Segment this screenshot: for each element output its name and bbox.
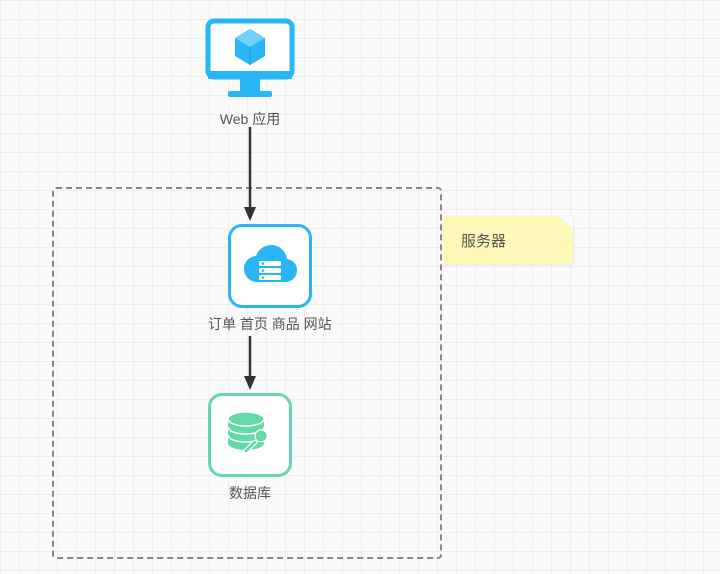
database-tools-icon <box>220 405 280 465</box>
node-web-app-label: Web 应用 <box>220 109 280 129</box>
server-label-text: 服务器 <box>461 233 506 250</box>
server-label-note: 服务器 <box>443 216 573 264</box>
cloud-server-icon <box>239 241 301 291</box>
node-services-label: 订单 首页 商品 网站 <box>208 314 332 334</box>
monitor-icon <box>200 15 300 103</box>
node-database-label: 数据库 <box>229 483 271 503</box>
node-database[interactable]: 数据库 <box>208 393 292 503</box>
node-services[interactable]: 订单 首页 商品 网站 <box>208 224 332 334</box>
node-web-app[interactable]: Web 应用 <box>200 15 300 129</box>
arrow-webapp-to-services <box>244 127 256 221</box>
arrow-services-to-database <box>244 336 256 390</box>
